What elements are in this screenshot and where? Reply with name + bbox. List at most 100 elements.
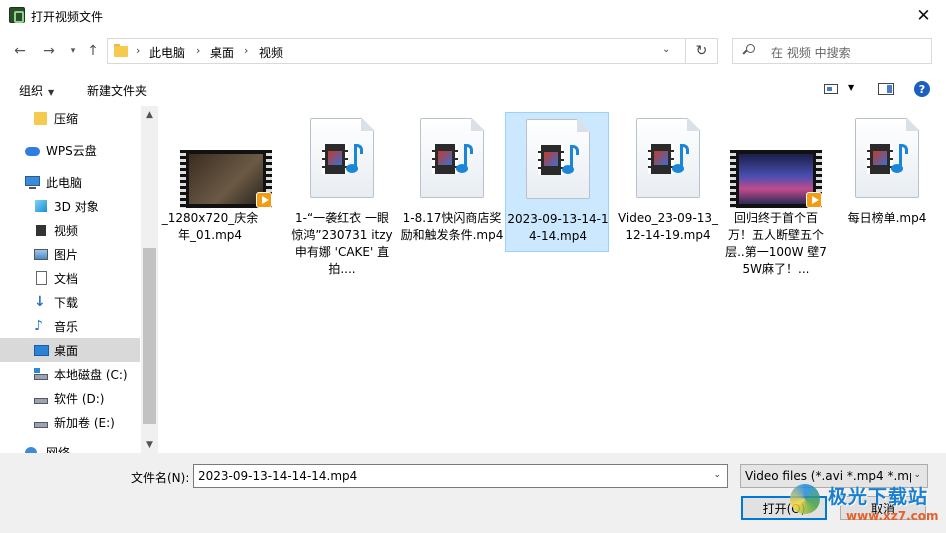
video-thumbnail — [730, 150, 822, 208]
video-file-icon — [636, 117, 701, 198]
dialog-footer: 文件名(N): 2023-09-13-14-14-14.mp4 ⌄ Video … — [0, 453, 946, 533]
drive-icon — [34, 367, 48, 381]
sidebar-item-pictures[interactable]: 图片 — [0, 242, 140, 266]
chevron-down-icon[interactable]: ⌄ — [713, 470, 721, 480]
breadcrumb-separator-icon: › — [244, 44, 249, 57]
sidebar-item-label: 软件 (D:) — [54, 392, 105, 406]
sidebar-item-documents[interactable]: 文档 — [0, 266, 140, 290]
view-options-icon[interactable] — [824, 84, 838, 94]
file-name: Video_23-09-13_12-14-19.mp4 — [617, 211, 719, 242]
folder-icon — [34, 111, 48, 125]
forward-arrow-icon[interactable]: → — [40, 41, 58, 61]
music-icon: ♪ — [34, 318, 43, 334]
file-item[interactable]: 每日榜单.mp4 — [835, 112, 939, 252]
play-badge-icon — [256, 192, 272, 208]
sidebar-item-wps-cloud[interactable]: WPS云盘 — [0, 138, 140, 162]
sidebar-item-drive-d[interactable]: 软件 (D:) — [0, 386, 140, 410]
sidebar-item-downloads[interactable]: ↓ 下载 — [0, 290, 140, 314]
sidebar-item-label: 图片 — [54, 248, 79, 262]
breadcrumb-videos[interactable]: 视频 — [259, 44, 283, 61]
file-name: 1-8.17快闪商店奖励和触发条件.mp4 — [400, 211, 504, 242]
file-name: 1-“一袭红衣 一眼惊鸿”230731 itzy申有娜 'CAKE' 直拍...… — [291, 211, 393, 276]
sidebar-item-label: WPS云盘 — [46, 144, 97, 158]
file-item[interactable]: 1-8.17快闪商店奖励和触发条件.mp4 — [400, 112, 504, 252]
search-placeholder: 在 视频 中搜索 — [771, 46, 851, 60]
file-item[interactable]: _1280x720_庆余年_01.mp4 — [158, 112, 272, 252]
folder-icon — [114, 44, 128, 58]
window-title: 打开视频文件 — [31, 10, 104, 24]
filename-label: 文件名(N): — [131, 471, 190, 485]
video-file-icon — [420, 117, 485, 198]
command-toolbar: 组织 ▼ 新建文件夹 ▼ ? — [0, 71, 946, 106]
refresh-button[interactable]: ↻ — [686, 38, 718, 64]
navigation-pane: 压缩 WPS云盘 此电脑 3D 对象 视频 图片 文档 ↓ 下载 ♪ 音乐 桌面… — [0, 106, 158, 453]
scroll-up-icon[interactable]: ▲ — [141, 106, 158, 123]
sidebar-item-label: 下载 — [54, 296, 79, 310]
open-button[interactable]: 打开(O) — [741, 496, 827, 520]
sidebar-item-videos[interactable]: 视频 — [0, 218, 140, 242]
address-dropdown-icon[interactable]: ⌄ — [662, 44, 670, 55]
drive-icon — [34, 391, 48, 405]
play-badge-icon — [806, 192, 822, 208]
breadcrumb-this-pc[interactable]: 此电脑 — [149, 44, 185, 61]
search-box[interactable]: 在 视频 中搜索 — [732, 38, 932, 64]
sidebar-item-drive-c[interactable]: 本地磁盘 (C:) — [0, 362, 140, 386]
scrollbar-thumb[interactable] — [143, 248, 156, 424]
scroll-down-icon[interactable]: ▼ — [141, 436, 158, 453]
file-item[interactable]: 回归终于首个百万！五人断壁五个层..第一100W 壁75W麻了！... — [724, 112, 828, 276]
close-button[interactable]: ✕ — [901, 0, 946, 31]
up-arrow-icon[interactable]: ↑ — [84, 41, 102, 61]
sidebar-item-label: 新加卷 (E:) — [54, 416, 115, 430]
video-file-icon — [526, 118, 591, 199]
sidebar-item-3d-objects[interactable]: 3D 对象 — [0, 194, 140, 218]
back-arrow-icon[interactable]: ← — [11, 41, 29, 61]
file-item[interactable]: 1-“一袭红衣 一眼惊鸿”230731 itzy申有娜 'CAKE' 直拍...… — [290, 112, 394, 276]
title-bar: 打开视频文件 ✕ — [0, 0, 946, 31]
sidebar-item-drive-e[interactable]: 新加卷 (E:) — [0, 410, 140, 434]
file-name: _1280x720_庆余年_01.mp4 — [161, 211, 259, 242]
sidebar-item-compress[interactable]: 压缩 — [0, 106, 140, 130]
file-name: 每日榜单.mp4 — [847, 211, 927, 225]
file-item[interactable]: Video_23-09-13_12-14-19.mp4 — [616, 112, 720, 252]
file-name: 2023-09-13-14-14-14.mp4 — [507, 212, 609, 243]
drive-icon — [34, 415, 48, 429]
breadcrumb-desktop[interactable]: 桌面 — [210, 44, 234, 61]
new-folder-button[interactable]: 新建文件夹 — [87, 82, 147, 99]
chevron-down-icon[interactable]: ▼ — [848, 83, 854, 92]
cloud-icon — [25, 143, 40, 157]
file-item-selected[interactable]: 2023-09-13-14-14-14.mp4 — [505, 112, 609, 252]
filename-input[interactable]: 2023-09-13-14-14-14.mp4 ⌄ — [193, 464, 728, 488]
video-thumbnail — [180, 150, 272, 208]
desktop-icon — [34, 343, 49, 357]
navigation-bar: ← → ▾ ↑ › 此电脑 › 桌面 › 视频 ⌄ ↻ 在 视频 中搜索 — [0, 31, 946, 71]
recent-locations-chevron-icon[interactable]: ▾ — [64, 41, 82, 61]
cube-icon — [34, 199, 48, 213]
filetype-select[interactable]: Video files (*.avi *.mp4 *.mpeg) ⌄ — [740, 464, 928, 488]
breadcrumb-separator-icon: › — [196, 44, 201, 57]
help-icon[interactable]: ? — [914, 81, 930, 97]
video-file-icon — [855, 117, 920, 198]
sidebar-item-this-pc[interactable]: 此电脑 — [0, 170, 140, 194]
filename-value: 2023-09-13-14-14-14.mp4 — [198, 469, 358, 483]
address-bar[interactable]: › 此电脑 › 桌面 › 视频 ⌄ — [107, 38, 686, 64]
sidebar-item-label: 视频 — [54, 224, 79, 238]
search-icon — [742, 44, 755, 56]
sidebar-item-label: 本地磁盘 (C:) — [54, 368, 128, 382]
organize-label: 组织 — [19, 84, 44, 98]
organize-menu[interactable]: 组织 ▼ — [19, 82, 54, 99]
sidebar-item-label: 3D 对象 — [54, 200, 99, 214]
breadcrumb-separator-icon: › — [136, 44, 141, 57]
computer-icon — [25, 175, 40, 189]
video-file-icon — [310, 117, 375, 198]
preview-pane-icon[interactable] — [878, 83, 894, 95]
chevron-down-icon: ⌄ — [913, 470, 921, 480]
picture-icon — [34, 247, 48, 261]
sidebar-item-music[interactable]: ♪ 音乐 — [0, 314, 140, 338]
download-icon: ↓ — [34, 294, 46, 310]
document-icon — [34, 271, 48, 285]
sidebar-item-desktop[interactable]: 桌面 — [0, 338, 140, 362]
sidebar-scrollbar[interactable]: ▲ ▼ — [141, 106, 158, 453]
sidebar-item-network[interactable]: 网络 — [0, 440, 140, 453]
cancel-button[interactable]: 取消 — [840, 496, 926, 520]
sidebar-item-label: 文档 — [54, 272, 79, 286]
